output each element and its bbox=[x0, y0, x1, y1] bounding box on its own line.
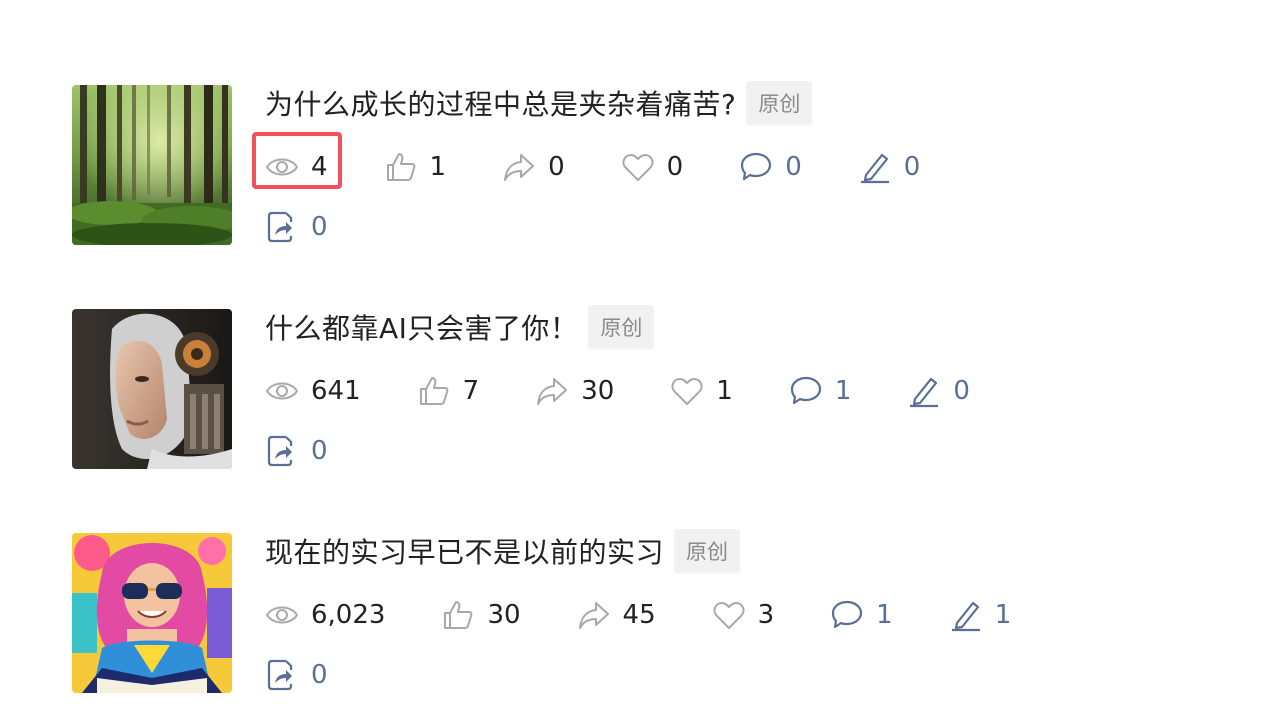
like-count[interactable]: 30 bbox=[441, 595, 521, 635]
edit-count-value: 0 bbox=[953, 376, 970, 406]
favorite-count[interactable]: 1 bbox=[670, 371, 733, 411]
comment-count[interactable]: 1 bbox=[830, 595, 893, 635]
thumbs-up-icon[interactable] bbox=[441, 598, 475, 632]
comment-icon[interactable] bbox=[739, 150, 773, 184]
thumbs-up-icon[interactable] bbox=[417, 374, 451, 408]
pen-icon[interactable] bbox=[858, 150, 892, 184]
original-tag: 原创 bbox=[674, 529, 741, 573]
repost-icon[interactable] bbox=[265, 210, 299, 244]
favorite-count-value: 3 bbox=[757, 600, 775, 630]
heart-icon[interactable] bbox=[621, 150, 655, 184]
original-tag: 原创 bbox=[746, 81, 813, 125]
heart-icon[interactable] bbox=[712, 598, 746, 632]
edit-count[interactable]: 0 bbox=[858, 147, 921, 187]
share-count[interactable]: 30 bbox=[535, 371, 614, 411]
article-thumbnail-robot-face[interactable] bbox=[72, 309, 232, 469]
eye-icon bbox=[265, 598, 299, 632]
heart-icon[interactable] bbox=[670, 374, 704, 408]
edit-count-value: 1 bbox=[994, 600, 1012, 630]
article-item[interactable]: 什么都靠AI只会害了你！ 原创 641 7 30 1 1 0 0 bbox=[72, 305, 1252, 471]
like-count-value: 30 bbox=[487, 600, 521, 630]
share-count[interactable]: 0 bbox=[502, 147, 565, 187]
view-count: 6,023 bbox=[265, 595, 385, 635]
favorite-count-value: 1 bbox=[716, 376, 733, 406]
view-count: 641 bbox=[265, 371, 361, 411]
article-thumbnail-forest[interactable] bbox=[72, 85, 232, 245]
repost-icon[interactable] bbox=[265, 658, 299, 692]
repost-count[interactable]: 0 bbox=[265, 431, 328, 471]
article-thumbnail-girl-with-sunglasses[interactable] bbox=[72, 533, 232, 693]
thumbs-up-icon[interactable] bbox=[384, 150, 418, 184]
favorite-count[interactable]: 3 bbox=[712, 595, 775, 635]
article-title[interactable]: 什么都靠AI只会害了你！ bbox=[265, 307, 578, 347]
share-count-value: 30 bbox=[581, 376, 615, 406]
view-count-value: 4 bbox=[311, 152, 328, 182]
pen-icon[interactable] bbox=[907, 374, 941, 408]
repost-count-value: 0 bbox=[311, 660, 328, 690]
repost-icon[interactable] bbox=[265, 434, 299, 468]
share-count[interactable]: 45 bbox=[577, 595, 656, 635]
like-count[interactable]: 1 bbox=[384, 147, 447, 187]
comment-count[interactable]: 0 bbox=[739, 147, 802, 187]
share-count-value: 0 bbox=[548, 152, 565, 182]
eye-icon bbox=[265, 150, 299, 184]
comment-count-value: 1 bbox=[876, 600, 893, 630]
repost-count[interactable]: 0 bbox=[265, 655, 328, 695]
view-count-value: 6,023 bbox=[311, 600, 386, 630]
eye-icon bbox=[265, 374, 299, 408]
article-item[interactable]: 现在的实习早已不是以前的实习 原创 6,023 30 45 3 1 1 0 bbox=[72, 529, 1252, 695]
comment-icon[interactable] bbox=[830, 598, 864, 632]
favorite-count[interactable]: 0 bbox=[621, 147, 684, 187]
article-title[interactable]: 现在的实习早已不是以前的实习 bbox=[265, 531, 664, 571]
view-count: 4 bbox=[265, 147, 328, 187]
comment-count-value: 0 bbox=[785, 152, 802, 182]
like-count-value: 7 bbox=[462, 376, 480, 406]
edit-count[interactable]: 0 bbox=[907, 371, 970, 411]
comment-icon[interactable] bbox=[789, 374, 823, 408]
like-count-value: 1 bbox=[429, 152, 447, 182]
comment-count[interactable]: 1 bbox=[789, 371, 852, 411]
article-title[interactable]: 为什么成长的过程中总是夹杂着痛苦? bbox=[265, 83, 736, 123]
article-item[interactable]: 为什么成长的过程中总是夹杂着痛苦? 原创 4 1 0 0 0 0 0 bbox=[72, 81, 1252, 247]
favorite-count-value: 0 bbox=[666, 152, 684, 182]
original-tag: 原创 bbox=[588, 305, 655, 349]
repost-count-value: 0 bbox=[311, 212, 328, 242]
view-count-value: 641 bbox=[311, 376, 361, 406]
comment-count-value: 1 bbox=[834, 376, 852, 406]
repost-count[interactable]: 0 bbox=[265, 207, 328, 247]
share-arrow-icon[interactable] bbox=[502, 150, 536, 184]
edit-count-value: 0 bbox=[903, 152, 921, 182]
pen-icon[interactable] bbox=[949, 598, 983, 632]
like-count[interactable]: 7 bbox=[417, 371, 480, 411]
share-arrow-icon[interactable] bbox=[577, 598, 611, 632]
share-arrow-icon[interactable] bbox=[535, 374, 569, 408]
share-count-value: 45 bbox=[622, 600, 656, 630]
edit-count[interactable]: 1 bbox=[949, 595, 1012, 635]
repost-count-value: 0 bbox=[311, 436, 328, 466]
